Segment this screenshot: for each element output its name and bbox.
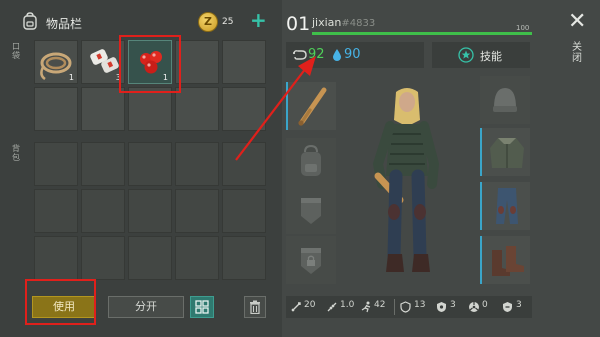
player-name-line: jixian#4833	[312, 16, 375, 29]
pocket-slot-empty[interactable]	[175, 40, 219, 84]
backpack-slot[interactable]	[128, 189, 172, 233]
health-bar-fill	[312, 32, 532, 35]
pocket-slot-empty[interactable]	[128, 87, 172, 131]
stat-defense: 13	[414, 300, 426, 310]
shield-icon	[437, 302, 446, 312]
highlight-use-button	[25, 279, 96, 325]
player-id: #4833	[341, 18, 376, 29]
backpack-slot[interactable]	[81, 142, 125, 186]
player-number: 01	[286, 13, 311, 35]
stat-damage: 20	[304, 300, 316, 310]
legs-slot[interactable]	[480, 182, 530, 230]
backpack-slot[interactable]	[175, 142, 219, 186]
backpack-slot[interactable]	[175, 189, 219, 233]
backpack-icon	[23, 12, 37, 30]
locked-pocket-icon	[301, 248, 321, 274]
pocket-slot-empty[interactable]	[34, 87, 78, 131]
head-slot[interactable]	[480, 76, 530, 124]
backpack-slot[interactable]	[175, 236, 219, 280]
coin-count: 25	[222, 17, 234, 27]
star-icon	[458, 47, 474, 63]
stat-bio-resist: 3	[450, 300, 456, 310]
item-count: 1	[68, 73, 74, 82]
radiation-icon	[469, 302, 479, 312]
backpack-slot[interactable]	[81, 189, 125, 233]
pocket-label: 口袋	[12, 42, 20, 60]
grid-icon	[195, 300, 209, 314]
pocket-slot-empty[interactable]	[81, 87, 125, 131]
torso-slot[interactable]	[480, 128, 530, 176]
grid-view-button[interactable]	[190, 296, 214, 318]
inventory-title: 物品栏	[46, 17, 83, 31]
beanie-icon	[493, 88, 517, 112]
trash-icon	[250, 300, 260, 315]
coin-icon: Z	[198, 12, 218, 32]
pocket-locked-slot[interactable]	[286, 236, 336, 284]
pocket-slot-empty[interactable]	[175, 87, 219, 131]
stat-radiation: 0	[482, 300, 488, 310]
sword-icon	[291, 302, 301, 312]
stat-movement: 42	[374, 300, 386, 310]
jacket-icon	[490, 138, 524, 168]
close-button[interactable]: ✕	[568, 11, 586, 33]
water-value: 90	[344, 47, 361, 62]
boots-icon	[492, 246, 524, 276]
player-name: jixian	[312, 16, 342, 29]
backpack-slot[interactable]	[34, 189, 78, 233]
trash-button[interactable]	[244, 296, 266, 318]
backpack-slot[interactable]	[222, 236, 266, 280]
pocket-slot-rope[interactable]: 1	[34, 40, 78, 84]
character-figure	[372, 88, 440, 272]
backpack-slot[interactable]	[34, 236, 78, 280]
backpack-slot[interactable]	[81, 236, 125, 280]
water-drop-icon	[333, 49, 341, 61]
close-label: 关闭	[572, 42, 582, 64]
shield-icon	[503, 302, 512, 312]
backpack-slot[interactable]	[222, 189, 266, 233]
shield-icon	[400, 301, 411, 313]
highlight-berries	[119, 35, 181, 93]
divider	[394, 299, 395, 315]
backpack-slot[interactable]	[128, 236, 172, 280]
swing-icon	[327, 302, 337, 312]
run-icon	[361, 301, 371, 313]
annotation-arrow	[235, 56, 316, 161]
stat-speed: 1.0	[340, 300, 355, 310]
health-max: 100	[516, 24, 530, 32]
split-button[interactable]: 分开	[108, 296, 184, 318]
stat-cold-resist: 3	[516, 300, 522, 310]
backpack-slot[interactable]	[128, 142, 172, 186]
pocket-icon	[301, 198, 321, 224]
add-coins-button[interactable]: +	[250, 10, 267, 30]
health-bar	[312, 32, 532, 35]
feet-slot[interactable]	[480, 236, 530, 284]
backpack-slot[interactable]	[34, 142, 78, 186]
pocket-equip-slot[interactable]	[286, 186, 336, 234]
skills-label: 技能	[480, 50, 502, 63]
pants-icon	[496, 188, 518, 224]
backpack-label: 背包	[12, 144, 20, 162]
